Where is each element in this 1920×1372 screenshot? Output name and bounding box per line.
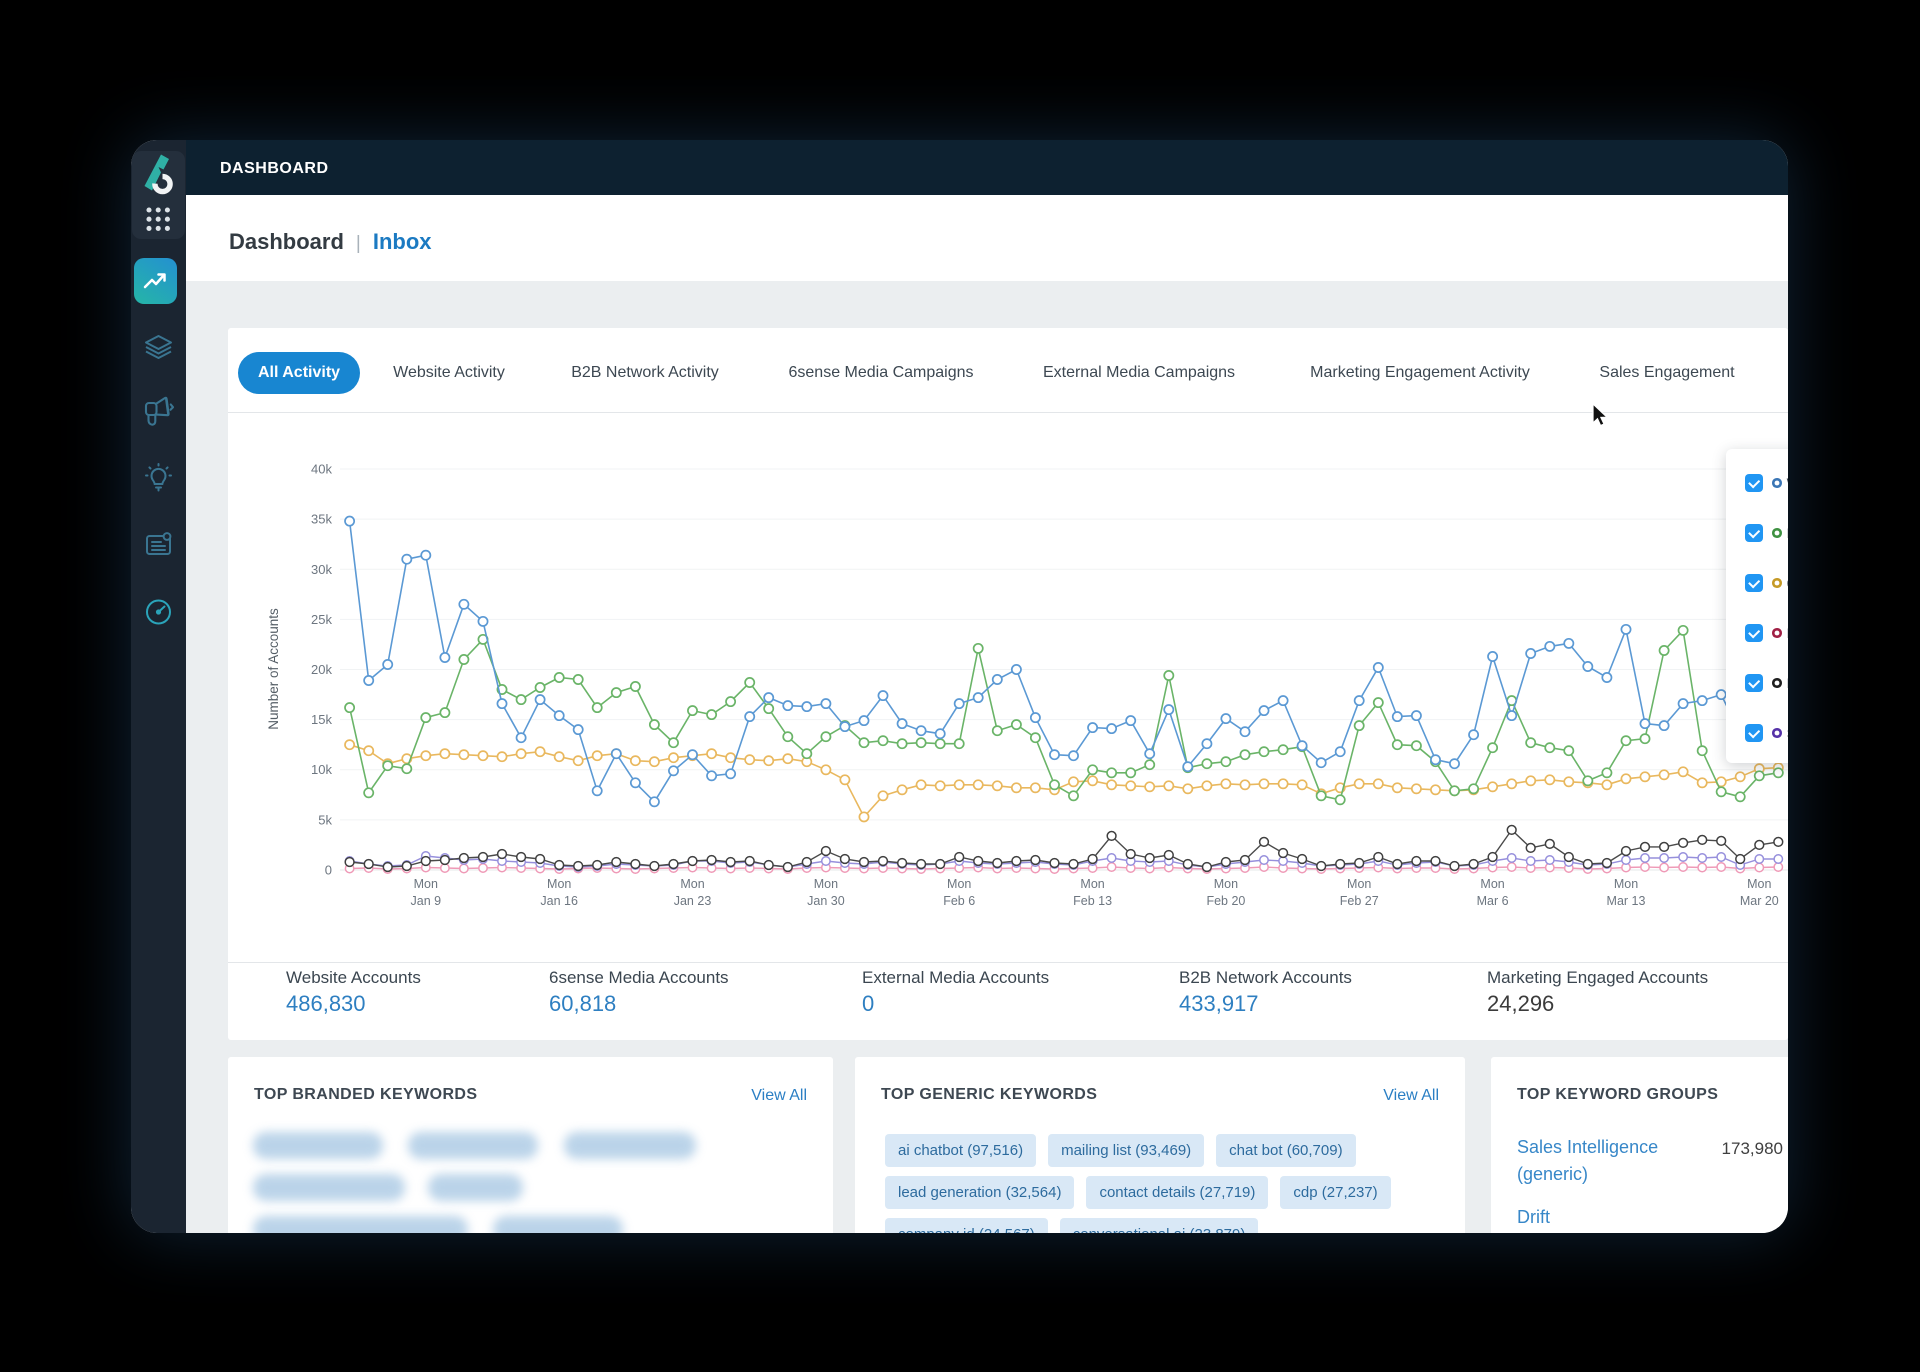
svg-text:Number of Accounts: Number of Accounts (266, 608, 281, 730)
svg-text:40k: 40k (311, 462, 332, 477)
svg-text:Feb 20: Feb 20 (1206, 894, 1245, 908)
svg-text:Feb 13: Feb 13 (1073, 894, 1112, 908)
svg-text:Jan 23: Jan 23 (674, 894, 712, 908)
svg-text:Feb 6: Feb 6 (943, 894, 975, 908)
svg-text:Mon: Mon (1480, 877, 1504, 891)
svg-text:Jan 30: Jan 30 (807, 894, 845, 908)
svg-text:Mon: Mon (680, 877, 704, 891)
svg-text:15k: 15k (311, 712, 332, 727)
svg-text:Jan 9: Jan 9 (411, 894, 442, 908)
svg-text:20k: 20k (311, 662, 332, 677)
svg-text:Mon: Mon (547, 877, 571, 891)
svg-text:Mon: Mon (814, 877, 838, 891)
svg-text:Mon: Mon (1347, 877, 1371, 891)
svg-text:30k: 30k (311, 562, 332, 577)
svg-text:Mon: Mon (1214, 877, 1238, 891)
svg-text:Mon: Mon (947, 877, 971, 891)
svg-text:Mar 13: Mar 13 (1607, 894, 1646, 908)
svg-text:35k: 35k (311, 512, 332, 527)
svg-text:Mon: Mon (1614, 877, 1638, 891)
svg-text:10k: 10k (311, 762, 332, 777)
svg-text:Mar 6: Mar 6 (1477, 894, 1509, 908)
svg-text:Feb 27: Feb 27 (1340, 894, 1379, 908)
svg-text:Mar 20: Mar 20 (1740, 894, 1779, 908)
svg-text:Jan 16: Jan 16 (540, 894, 578, 908)
svg-text:Mon: Mon (414, 877, 438, 891)
svg-text:0: 0 (325, 863, 332, 878)
svg-text:25k: 25k (311, 612, 332, 627)
svg-text:5k: 5k (318, 812, 332, 827)
svg-text:Mon: Mon (1080, 877, 1104, 891)
svg-text:Mon: Mon (1747, 877, 1771, 891)
